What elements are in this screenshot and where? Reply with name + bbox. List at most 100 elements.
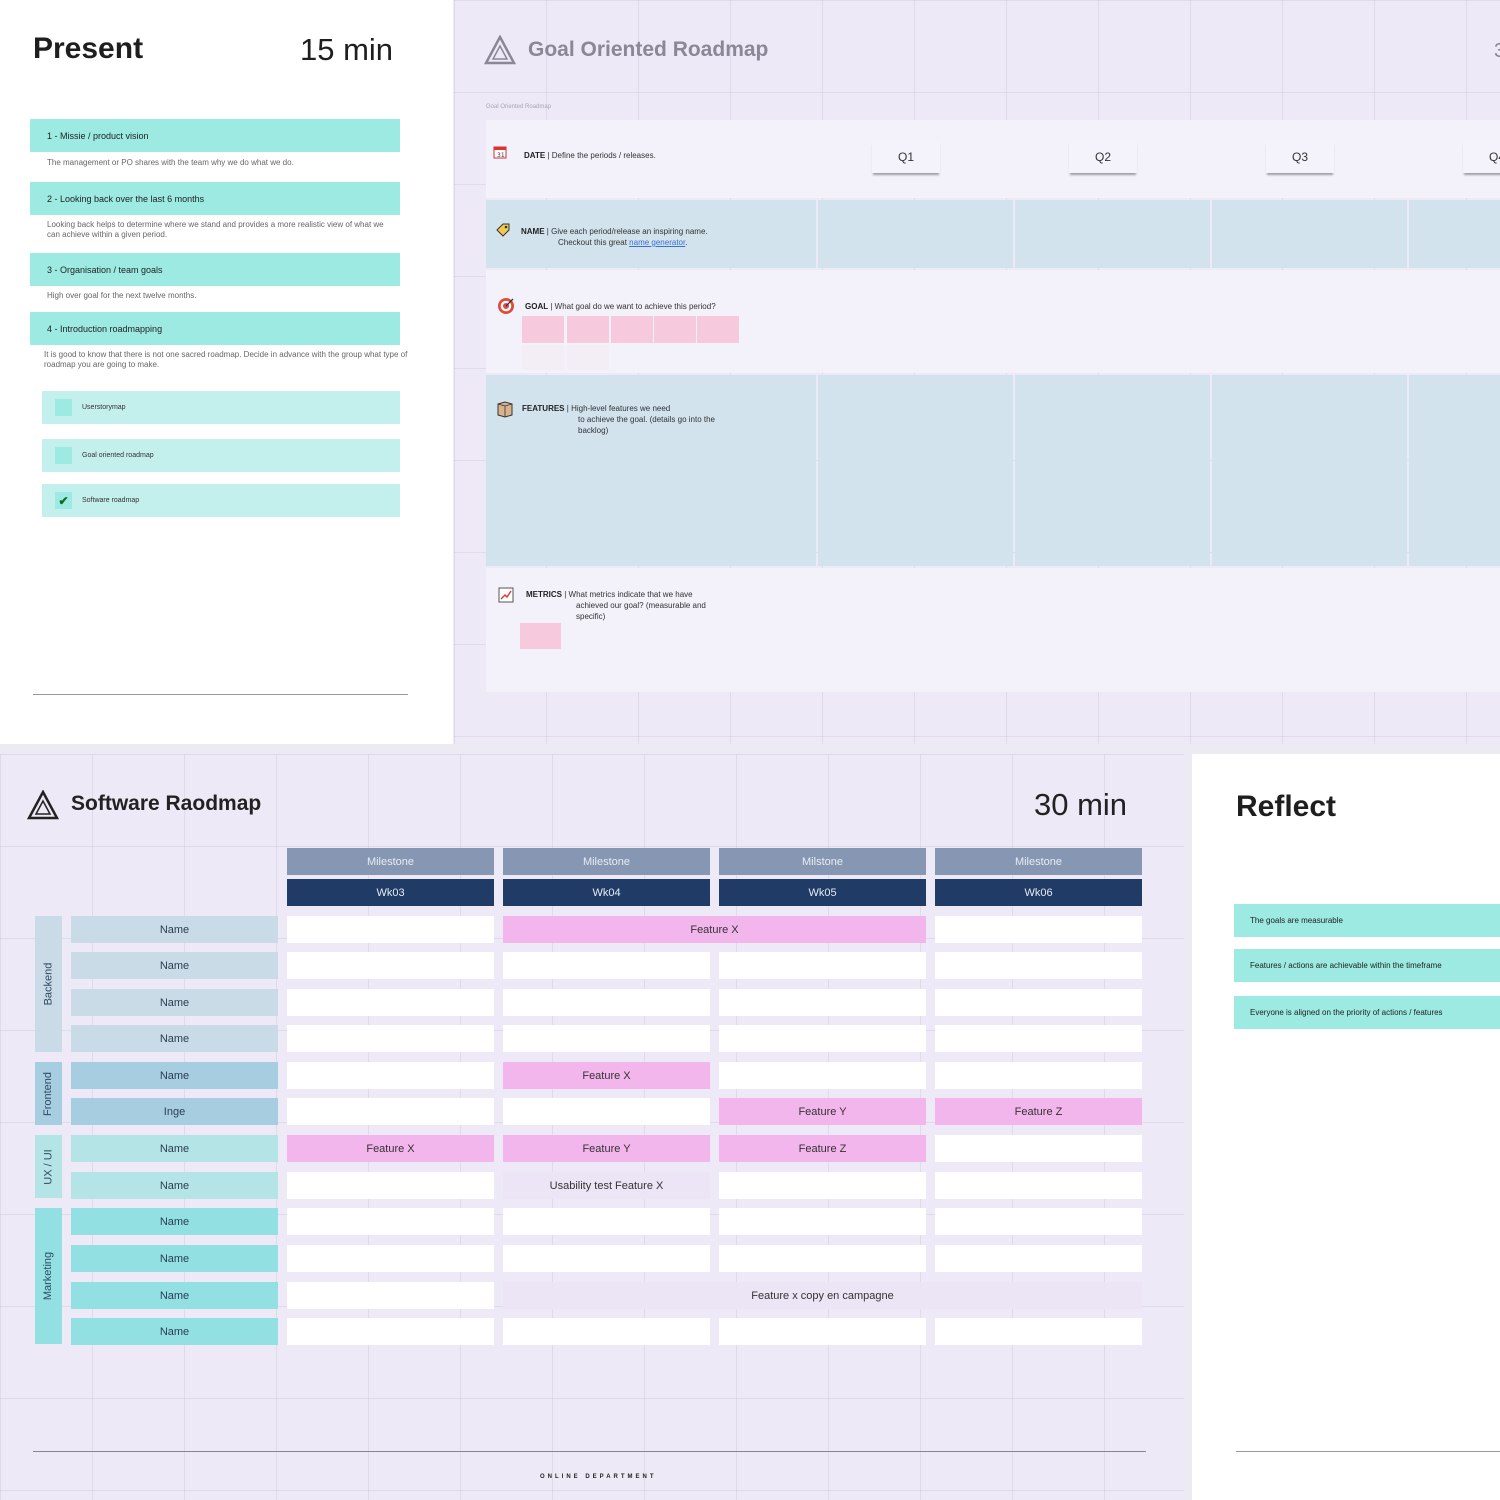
roadmap-cell[interactable] bbox=[719, 1025, 926, 1052]
roadmap-cell[interactable] bbox=[935, 1062, 1142, 1089]
row-name[interactable]: Name bbox=[71, 1135, 278, 1162]
roadmap-cell[interactable] bbox=[719, 952, 926, 979]
checkbox-unchecked[interactable] bbox=[55, 447, 72, 464]
roadmap-cell[interactable] bbox=[287, 1025, 494, 1052]
feature-bar[interactable]: Feature Y bbox=[503, 1135, 710, 1162]
features-cell[interactable] bbox=[1212, 375, 1407, 566]
roadmap-cell[interactable] bbox=[503, 1208, 710, 1235]
roadmap-cell[interactable] bbox=[935, 916, 1142, 943]
quarter-tag-q3[interactable]: Q3 bbox=[1266, 141, 1334, 173]
roadmap-cell[interactable] bbox=[719, 1062, 926, 1089]
row-name[interactable]: Name bbox=[71, 916, 278, 943]
roadmap-cell[interactable] bbox=[503, 989, 710, 1016]
roadmap-cell[interactable] bbox=[935, 1172, 1142, 1199]
roadmap-cell[interactable] bbox=[503, 1098, 710, 1125]
agenda-item-team-goals[interactable]: 3 - Organisation / team goals bbox=[30, 253, 400, 286]
row-name[interactable]: Name bbox=[71, 1025, 278, 1052]
name-generator-link[interactable]: name generator bbox=[629, 238, 685, 247]
goal-sticky-note[interactable] bbox=[611, 316, 653, 343]
feature-bar[interactable]: Feature Z bbox=[719, 1135, 926, 1162]
roadmap-cell[interactable] bbox=[719, 1208, 926, 1235]
checkbox-unchecked[interactable] bbox=[55, 399, 72, 416]
option-goal-oriented-roadmap[interactable]: Goal oriented roadmap bbox=[42, 439, 400, 472]
week-header[interactable]: Wk05 bbox=[719, 879, 926, 906]
feature-bar[interactable]: Feature Z bbox=[935, 1098, 1142, 1125]
roadmap-cell[interactable] bbox=[287, 916, 494, 943]
week-header[interactable]: Wk06 bbox=[935, 879, 1142, 906]
reflect-item[interactable]: Features / actions are achievable within… bbox=[1234, 949, 1500, 982]
milestone-header[interactable]: Milestone bbox=[287, 848, 494, 875]
checkbox-checked[interactable]: ✔ bbox=[55, 492, 72, 509]
roadmap-cell[interactable] bbox=[935, 1025, 1142, 1052]
goal-sticky-note-faint[interactable] bbox=[567, 345, 609, 370]
roadmap-cell[interactable] bbox=[503, 1318, 710, 1345]
name-cell[interactable] bbox=[1409, 200, 1500, 268]
option-software-roadmap[interactable]: ✔ Software roadmap bbox=[42, 484, 400, 517]
roadmap-cell[interactable] bbox=[287, 1208, 494, 1235]
name-cell[interactable] bbox=[818, 200, 1013, 268]
row-name[interactable]: Name bbox=[71, 1208, 278, 1235]
features-cell[interactable] bbox=[1015, 375, 1210, 566]
milestone-header[interactable]: Milestone bbox=[935, 848, 1142, 875]
row-name[interactable]: Name bbox=[71, 989, 278, 1016]
quarter-tag-q2[interactable]: Q2 bbox=[1069, 141, 1137, 173]
goal-sticky-note[interactable] bbox=[567, 316, 609, 343]
roadmap-cell[interactable] bbox=[287, 1172, 494, 1199]
agenda-item-description: High over goal for the next twelve month… bbox=[47, 291, 197, 300]
feature-bar[interactable]: Feature X bbox=[287, 1135, 494, 1162]
row-name[interactable]: Name bbox=[71, 1318, 278, 1345]
feature-bar[interactable]: Feature X bbox=[503, 916, 926, 943]
name-cell[interactable] bbox=[1212, 200, 1407, 268]
roadmap-cell[interactable] bbox=[719, 989, 926, 1016]
roadmap-cell[interactable] bbox=[935, 1208, 1142, 1235]
reflect-item[interactable]: The goals are measurable bbox=[1234, 904, 1500, 937]
row-name[interactable]: Name bbox=[71, 952, 278, 979]
milestone-header[interactable]: Milestone bbox=[503, 848, 710, 875]
roadmap-cell[interactable] bbox=[287, 1062, 494, 1089]
features-cell[interactable] bbox=[1409, 375, 1500, 566]
features-cell[interactable] bbox=[818, 375, 1013, 566]
feature-bar[interactable]: Feature X bbox=[503, 1062, 710, 1089]
roadmap-cell[interactable] bbox=[935, 1245, 1142, 1272]
goal-sticky-note[interactable] bbox=[697, 316, 739, 343]
feature-bar[interactable]: Usability test Feature X bbox=[503, 1172, 710, 1199]
roadmap-cell[interactable] bbox=[935, 989, 1142, 1016]
roadmap-cell[interactable] bbox=[935, 1318, 1142, 1345]
roadmap-cell[interactable] bbox=[287, 952, 494, 979]
agenda-item-looking-back[interactable]: 2 - Looking back over the last 6 months bbox=[30, 182, 400, 215]
row-name[interactable]: Name bbox=[71, 1172, 278, 1199]
feature-bar[interactable]: Feature x copy en campagne bbox=[503, 1282, 1142, 1309]
roadmap-cell[interactable] bbox=[935, 952, 1142, 979]
week-header[interactable]: Wk04 bbox=[503, 879, 710, 906]
row-name[interactable]: Inge bbox=[71, 1098, 278, 1125]
quarter-tag-q1[interactable]: Q1 bbox=[872, 141, 940, 173]
roadmap-cell[interactable] bbox=[719, 1172, 926, 1199]
roadmap-cell[interactable] bbox=[719, 1245, 926, 1272]
agenda-item-roadmapping[interactable]: 4 - Introduction roadmapping bbox=[30, 312, 400, 345]
milestone-header[interactable]: Milstone bbox=[719, 848, 926, 875]
roadmap-cell[interactable] bbox=[503, 952, 710, 979]
row-name[interactable]: Name bbox=[71, 1282, 278, 1309]
name-cell[interactable] bbox=[1015, 200, 1210, 268]
row-name[interactable]: Name bbox=[71, 1062, 278, 1089]
roadmap-cell[interactable] bbox=[287, 1098, 494, 1125]
agenda-item-vision[interactable]: 1 - Missie / product vision bbox=[30, 119, 400, 152]
goal-sticky-note-faint[interactable] bbox=[522, 345, 564, 370]
roadmap-cell[interactable] bbox=[287, 1282, 494, 1309]
roadmap-cell[interactable] bbox=[503, 1245, 710, 1272]
goal-sticky-note[interactable] bbox=[522, 316, 564, 343]
option-userstorymap[interactable]: Userstorymap bbox=[42, 391, 400, 424]
week-header[interactable]: Wk03 bbox=[287, 879, 494, 906]
roadmap-cell[interactable] bbox=[719, 1318, 926, 1345]
quarter-tag-q4[interactable]: Q4 bbox=[1463, 141, 1500, 173]
roadmap-cell[interactable] bbox=[287, 1245, 494, 1272]
goal-sticky-note[interactable] bbox=[654, 316, 696, 343]
roadmap-cell[interactable] bbox=[287, 1318, 494, 1345]
reflect-item[interactable]: Everyone is aligned on the priority of a… bbox=[1234, 996, 1500, 1029]
metrics-sticky-note[interactable] bbox=[520, 623, 561, 649]
feature-bar[interactable]: Feature Y bbox=[719, 1098, 926, 1125]
roadmap-cell[interactable] bbox=[287, 989, 494, 1016]
roadmap-cell[interactable] bbox=[503, 1025, 710, 1052]
roadmap-cell[interactable] bbox=[935, 1135, 1142, 1162]
row-name[interactable]: Name bbox=[71, 1245, 278, 1272]
